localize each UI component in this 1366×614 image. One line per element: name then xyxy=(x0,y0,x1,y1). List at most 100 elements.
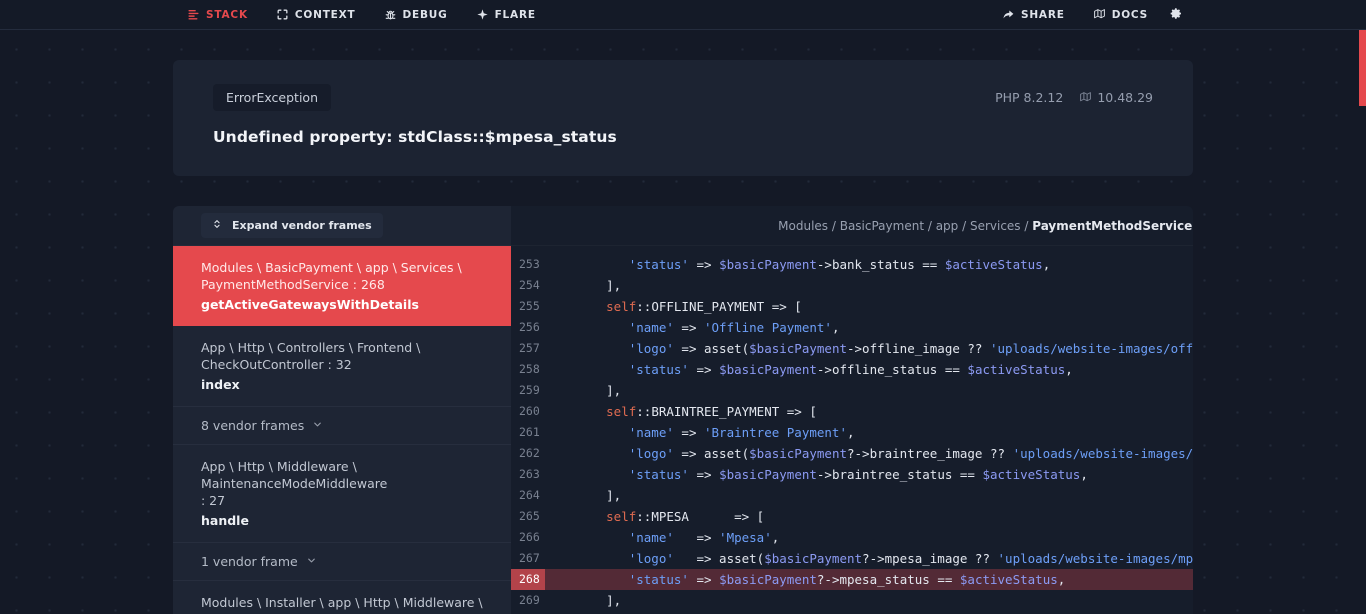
error-card-header: ErrorException PHP 8.2.12 10.48.29 xyxy=(213,84,1153,111)
line-number: 269 xyxy=(511,590,545,611)
code-text: ], xyxy=(545,275,1193,296)
line-number: 253 xyxy=(511,254,545,275)
code-file-path: Modules / BasicPayment / app / Services … xyxy=(511,206,1193,246)
code-line: 255 self::OFFLINE_PAYMENT => [ xyxy=(511,296,1193,317)
version-info: PHP 8.2.12 10.48.29 xyxy=(995,90,1153,105)
context-icon xyxy=(276,8,289,21)
code-line: 267 'logo' => asset($basicPayment?->mpes… xyxy=(511,548,1193,569)
share-icon xyxy=(1002,8,1015,21)
stack-trace-panel: Expand vendor frames Modules \ BasicPaym… xyxy=(173,206,1193,614)
code-text: 'status' => $basicPayment->offline_statu… xyxy=(545,359,1193,380)
stack-frames-sidebar: Expand vendor frames Modules \ BasicPaym… xyxy=(173,206,511,614)
code-text: 'name' => 'Braintree Payment', xyxy=(545,422,1193,443)
nav-tabs: STACKCONTEXTDEBUGFLARE xyxy=(173,0,550,29)
debug-icon xyxy=(384,8,397,21)
code-body: 253 'status' => $basicPayment->bank_stat… xyxy=(511,246,1193,614)
code-line: 261 'name' => 'Braintree Payment', xyxy=(511,422,1193,443)
frame-path: PaymentMethodService : 268 xyxy=(201,276,483,293)
main-container: ErrorException PHP 8.2.12 10.48.29 Undef… xyxy=(173,60,1193,614)
stack-icon xyxy=(187,8,200,21)
exception-class-badge: ErrorException xyxy=(213,84,331,111)
code-text: self::OFFLINE_PAYMENT => [ xyxy=(545,296,1193,317)
stack-frame[interactable]: Modules \ Installer \ app \ Http \ Middl… xyxy=(173,581,511,614)
vendor-frames-toggle[interactable]: 1 vendor frame xyxy=(173,543,511,581)
line-number: 254 xyxy=(511,275,545,296)
line-number: 257 xyxy=(511,338,545,359)
line-number: 258 xyxy=(511,359,545,380)
line-number: 261 xyxy=(511,422,545,443)
nav-tab-stack[interactable]: STACK xyxy=(173,0,262,29)
code-line: 264 ], xyxy=(511,485,1193,506)
expand-vendor-frames-button[interactable]: Expand vendor frames xyxy=(201,213,383,238)
code-viewer: Modules / BasicPayment / app / Services … xyxy=(511,206,1193,614)
page-scrollbar-thumb[interactable] xyxy=(1359,30,1366,106)
frame-path: : 27 xyxy=(201,492,483,509)
code-line: 259 ], xyxy=(511,380,1193,401)
line-number: 264 xyxy=(511,485,545,506)
navbar-inner: STACKCONTEXTDEBUGFLARE SHAREDOCS xyxy=(173,0,1193,29)
frame-path: App \ Http \ Controllers \ Frontend \ Ch… xyxy=(201,339,483,373)
line-number: 256 xyxy=(511,317,545,338)
php-version: PHP 8.2.12 xyxy=(995,90,1063,105)
code-text: 'logo' => asset($basicPayment?->mpesa_im… xyxy=(545,548,1193,569)
code-text: ], xyxy=(545,590,1193,611)
code-line-highlighted: 268 'status' => $basicPayment?->mpesa_st… xyxy=(511,569,1193,590)
code-text: 'status' => $basicPayment?->mpesa_status… xyxy=(545,569,1193,590)
laravel-icon xyxy=(1093,8,1106,21)
code-text: self::BRAINTREE_PAYMENT => [ xyxy=(545,401,1193,422)
laravel-version: 10.48.29 xyxy=(1079,90,1153,105)
code-text: 'status' => $basicPayment->bank_status =… xyxy=(545,254,1193,275)
line-number: 259 xyxy=(511,380,545,401)
code-text: 'name' => 'Mpesa', xyxy=(545,527,1193,548)
line-number: 260 xyxy=(511,401,545,422)
vendor-frames-toggle[interactable]: 8 vendor frames xyxy=(173,407,511,445)
frames-header: Expand vendor frames xyxy=(173,206,511,246)
line-number: 265 xyxy=(511,506,545,527)
stack-frame[interactable]: App \ Http \ Controllers \ Frontend \ Ch… xyxy=(173,326,511,407)
error-message: Undefined property: stdClass::$mpesa_sta… xyxy=(213,128,1153,146)
flare-icon xyxy=(476,8,489,21)
stack-frame-active[interactable]: Modules \ BasicPayment \ app \ Services … xyxy=(173,246,511,326)
line-number: 262 xyxy=(511,443,545,464)
code-line: 260 self::BRAINTREE_PAYMENT => [ xyxy=(511,401,1193,422)
code-text: 'status' => $basicPayment->braintree_sta… xyxy=(545,464,1193,485)
code-text: ], xyxy=(545,380,1193,401)
expand-collapse-icon xyxy=(212,219,225,232)
line-number: 268 xyxy=(511,569,545,590)
code-text: 'logo' => asset($basicPayment->offline_i… xyxy=(545,338,1193,359)
frame-path: Modules \ Installer \ app \ Http \ Middl… xyxy=(201,594,483,611)
settings-button[interactable] xyxy=(1162,0,1193,29)
frame-path: App \ Http \ Middleware \ MaintenanceMod… xyxy=(201,458,483,492)
code-line: 254 ], xyxy=(511,275,1193,296)
code-text: 'name' => 'Offline Payment', xyxy=(545,317,1193,338)
code-line: 253 'status' => $basicPayment->bank_stat… xyxy=(511,254,1193,275)
chevron-down-icon xyxy=(306,555,319,568)
nav-tab-flare[interactable]: FLARE xyxy=(462,0,550,29)
frame-method: index xyxy=(201,376,483,394)
error-summary-card: ErrorException PHP 8.2.12 10.48.29 Undef… xyxy=(173,60,1193,176)
nav-tab-context[interactable]: CONTEXT xyxy=(262,0,370,29)
code-line: 258 'status' => $basicPayment->offline_s… xyxy=(511,359,1193,380)
nav-action-docs[interactable]: DOCS xyxy=(1079,0,1162,29)
line-number: 255 xyxy=(511,296,545,317)
code-text: 'logo' => asset($basicPayment?->braintre… xyxy=(545,443,1193,464)
code-text: self::MPESA => [ xyxy=(545,506,1193,527)
code-line: 269 ], xyxy=(511,590,1193,611)
nav-actions: SHAREDOCS xyxy=(988,0,1193,29)
frames-list: Modules \ BasicPayment \ app \ Services … xyxy=(173,246,511,614)
code-text: ], xyxy=(545,485,1193,506)
code-line: 256 'name' => 'Offline Payment', xyxy=(511,317,1193,338)
stack-frame[interactable]: App \ Http \ Middleware \ MaintenanceMod… xyxy=(173,445,511,543)
line-number: 267 xyxy=(511,548,545,569)
nav-tab-debug[interactable]: DEBUG xyxy=(370,0,462,29)
nav-action-share[interactable]: SHARE xyxy=(988,0,1079,29)
file-name: PaymentMethodService xyxy=(1032,219,1192,233)
code-line: 257 'logo' => asset($basicPayment->offli… xyxy=(511,338,1193,359)
code-line: 265 self::MPESA => [ xyxy=(511,506,1193,527)
code-line: 263 'status' => $basicPayment->braintree… xyxy=(511,464,1193,485)
code-line: 262 'logo' => asset($basicPayment?->brai… xyxy=(511,443,1193,464)
laravel-icon xyxy=(1079,91,1092,104)
gear-icon xyxy=(1170,7,1185,22)
chevron-down-icon xyxy=(312,419,325,432)
code-line: 266 'name' => 'Mpesa', xyxy=(511,527,1193,548)
